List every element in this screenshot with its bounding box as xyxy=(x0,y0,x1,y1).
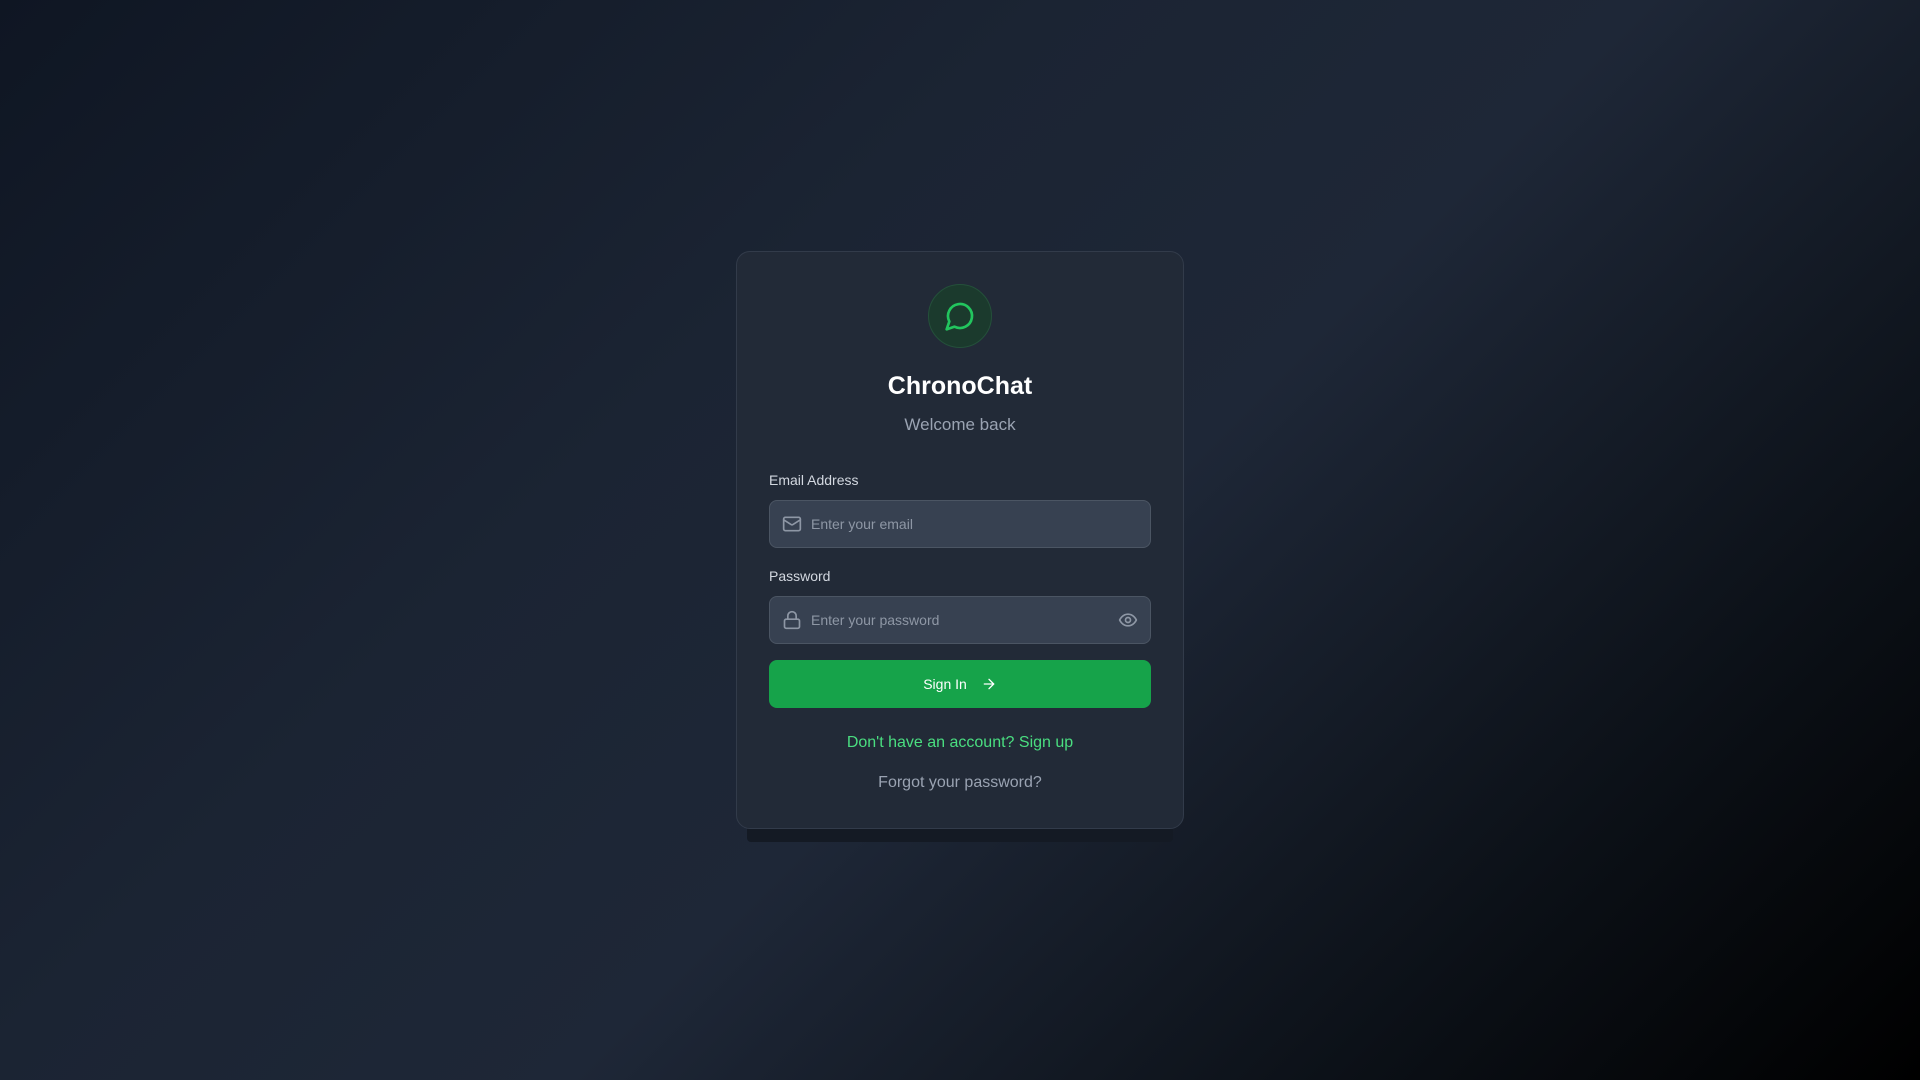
email-field-wrapper xyxy=(769,500,1151,548)
message-circle-icon xyxy=(945,302,974,331)
welcome-subtitle: Welcome back xyxy=(904,415,1016,434)
forgot-password-link[interactable]: Forgot your password? xyxy=(737,774,1183,792)
sign-in-button[interactable]: Sign In xyxy=(769,660,1151,708)
app-title: ChronoChat xyxy=(887,372,1033,400)
password-label: Password xyxy=(769,568,831,584)
sign-up-link[interactable]: Don't have an account? Sign up xyxy=(737,734,1183,752)
login-card: ChronoChat Welcome back Email Address Pa… xyxy=(736,251,1184,829)
arrow-right-icon xyxy=(983,678,995,690)
password-field-wrapper xyxy=(769,596,1151,644)
sign-in-label: Sign In xyxy=(923,676,967,692)
password-input[interactable] xyxy=(811,612,1118,628)
email-input[interactable] xyxy=(811,516,1138,532)
lock-icon xyxy=(782,610,802,630)
app-logo xyxy=(928,284,992,348)
mail-icon xyxy=(782,514,802,534)
eye-icon[interactable] xyxy=(1118,610,1138,630)
email-label: Email Address xyxy=(769,472,859,488)
